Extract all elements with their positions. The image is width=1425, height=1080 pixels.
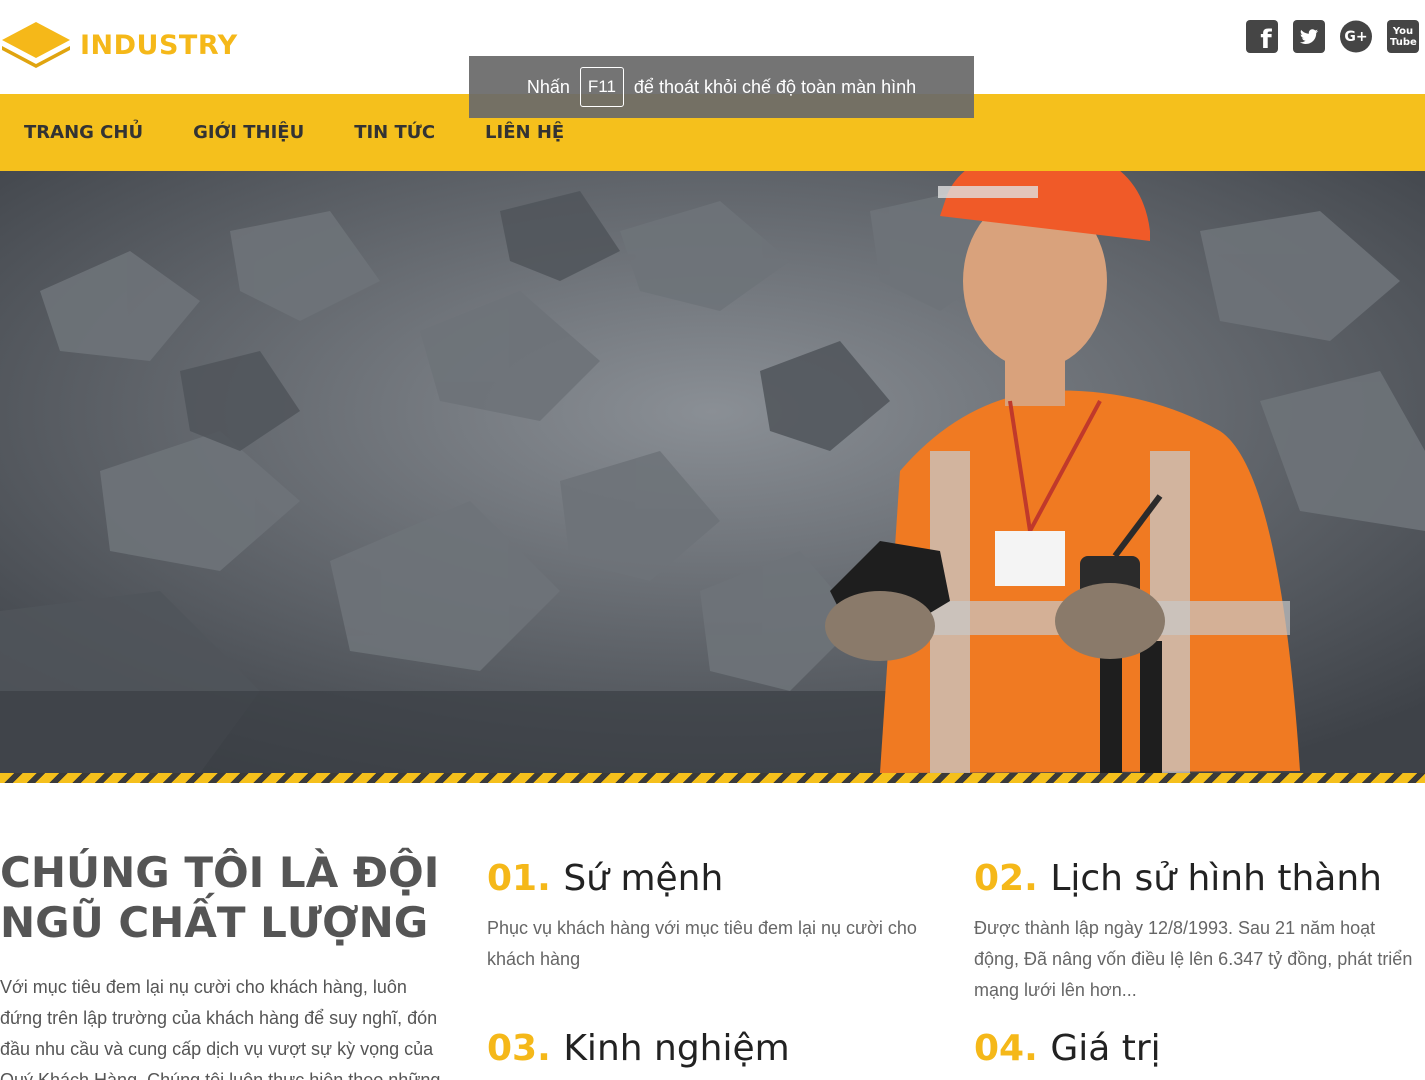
logo-diamond-icon [2,22,70,68]
feature-mission: 01. Sứ mệnh Phục vụ khách hàng với mục t… [487,857,937,975]
fullscreen-toast: Nhấn F11 để thoát khỏi chế độ toàn màn h… [469,56,974,118]
google-plus-icon[interactable]: G+ [1340,20,1372,53]
nav-item-contact[interactable]: LIÊN HỆ [485,122,564,143]
youtube-icon[interactable]: You Tube [1387,20,1419,53]
feature-title: Lịch sử hình thành [1050,858,1382,899]
youtube-label: You Tube [1390,25,1417,48]
twitter-shape [1293,20,1325,53]
feature-experience: 03. Kinh nghiệm [487,1027,937,1080]
toast-key: F11 [579,67,624,107]
feature-number: 01. [487,858,551,899]
feature-heading: 01. Sứ mệnh [487,857,937,901]
feature-title: Giá trị [1050,1028,1161,1069]
facebook-icon[interactable]: f [1246,20,1278,55]
toast-suffix: để thoát khỏi chế độ toàn màn hình [633,76,917,97]
feature-heading: 02. Lịch sử hình thành [974,857,1424,901]
hazard-stripe [0,773,1425,783]
toast-prefix: Nhấn [526,76,570,97]
nav-item-news[interactable]: TIN TỨC [354,122,435,143]
feature-title: Kinh nghiệm [563,1028,790,1069]
feature-number: 04. [974,1028,1038,1069]
hero-banner [0,171,1425,773]
feature-value: 04. Giá trị [974,1027,1424,1080]
feature-title: Sứ mệnh [563,858,724,899]
feature-text: Được thành lập ngày 12/8/1993. Sau 21 nă… [974,918,1413,1000]
google-plus-label: G+ [1344,29,1368,45]
nav-item-about[interactable]: GIỚI THIỆU [193,122,304,143]
twitter-icon[interactable]: t [1293,20,1325,53]
intro-text: Với mục tiêu đem lại nụ cười cho khách h… [0,977,441,1080]
intro-title: CHÚNG TÔI LÀ ĐỘI NGŨ CHẤT LƯỢNG [0,848,440,947]
feature-text: Phục vụ khách hàng với mục tiêu đem lại … [487,918,917,969]
facebook-label: f [1260,24,1272,55]
brand-name: INDUSTRY [80,29,238,61]
brand-logo[interactable]: INDUSTRY [0,18,238,72]
nav-item-home[interactable]: TRANG CHỦ [24,122,143,143]
feature-history: 02. Lịch sử hình thành Được thành lập ng… [974,857,1424,1006]
social-links: f t G+ You Tube [1246,20,1419,55]
feature-heading: 03. Kinh nghiệm [487,1027,937,1071]
hero-image [0,171,1425,773]
feature-number: 03. [487,1028,551,1069]
feature-number: 02. [974,858,1038,899]
feature-heading: 04. Giá trị [974,1027,1424,1071]
